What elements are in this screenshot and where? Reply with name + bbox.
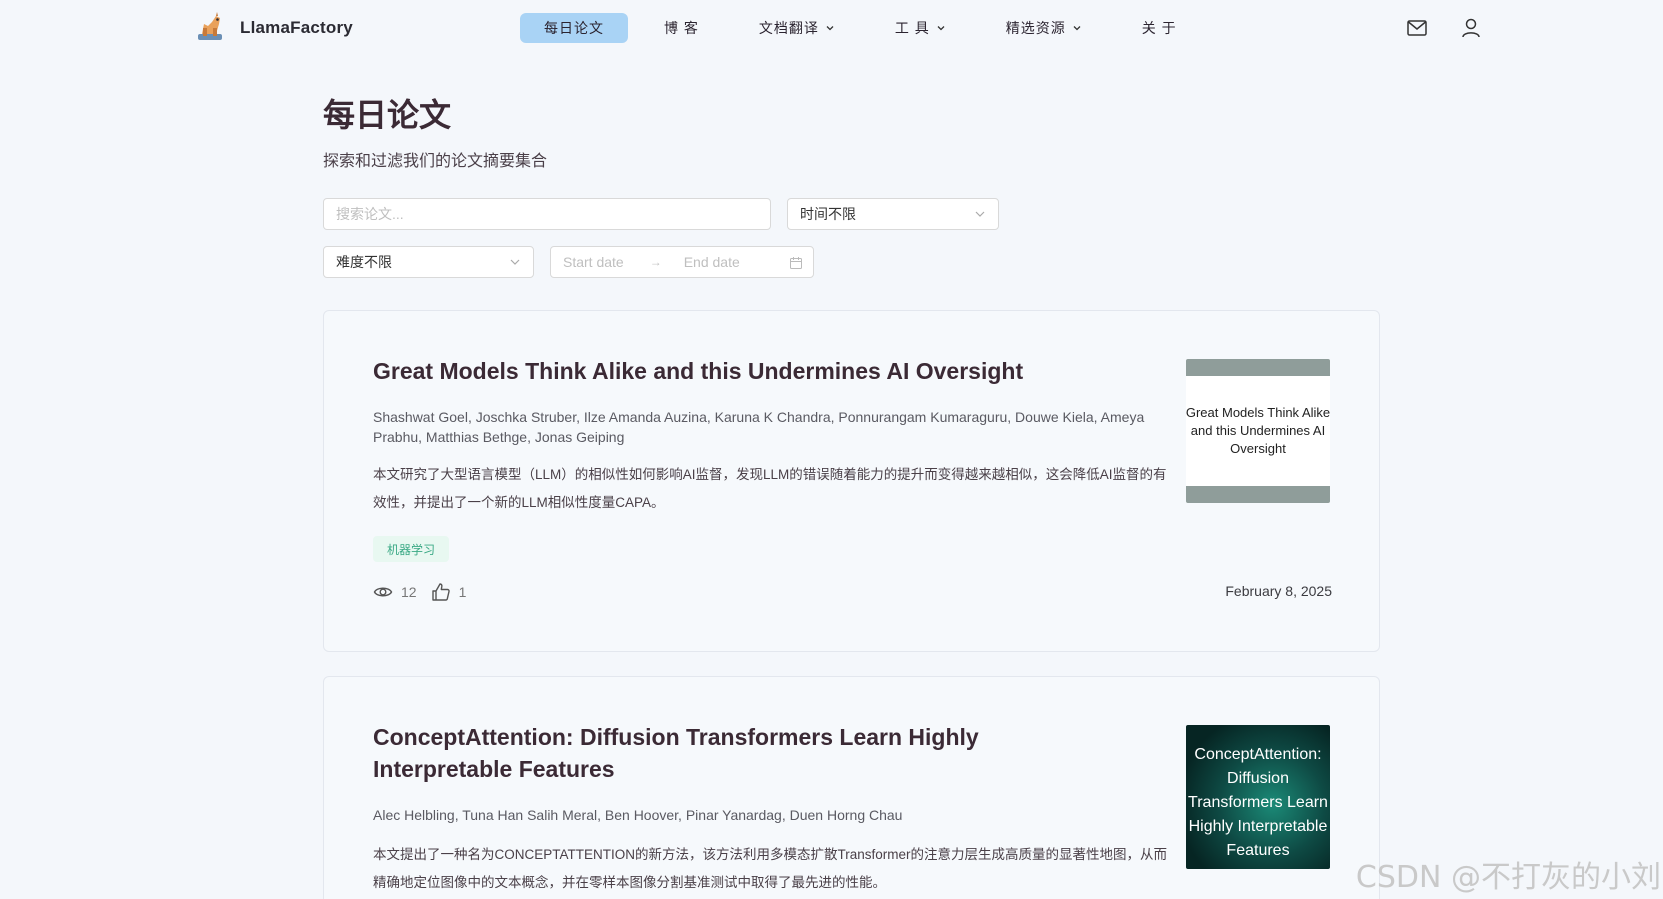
brand-logo[interactable]: LlamaFactory <box>194 12 353 44</box>
category-tag[interactable]: 机器学习 <box>373 536 450 562</box>
paper-authors: Shashwat Goel, Joschka Struber, Ilze Ama… <box>373 409 1145 445</box>
nav-label: 每日论文 <box>544 20 604 36</box>
thumb-bar <box>1186 359 1330 376</box>
paper-card[interactable]: ConceptAttention: Diffusion Transformers… <box>323 676 1380 899</box>
nav-blog[interactable]: 博 客 <box>640 13 723 43</box>
page-subtitle: 探索和过滤我们的论文摘要集合 <box>323 153 548 170</box>
paper-authors: Alec Helbling, Tuna Han Salih Meral, Ben… <box>373 807 903 823</box>
difficulty-filter-value: 难度不限 <box>336 254 392 270</box>
paper-title[interactable]: Great Models Think Alike and this Underm… <box>373 355 1113 387</box>
nav-doc-translate[interactable]: 文档翻译 <box>735 13 859 43</box>
time-filter-value: 时间不限 <box>800 206 856 222</box>
brand-name: LlamaFactory <box>240 18 353 37</box>
paper-summary: 本文提出了一种名为CONCEPTATTENTION的新方法，该方法利用多模态扩散… <box>373 847 1168 890</box>
chevron-down-icon <box>1073 26 1081 31</box>
thumbnail-text: ConceptAttention: Diffusion Transformers… <box>1188 746 1328 859</box>
search-input[interactable] <box>336 206 758 222</box>
paper-summary: 本文研究了大型语言模型（LLM）的相似性如何影响AI监督，发现LLM的错误随着能… <box>373 467 1167 510</box>
thumbnail-text: Great Models Think Alike and this Underm… <box>1186 405 1330 456</box>
nav-resources[interactable]: 精选资源 <box>982 13 1106 43</box>
nav-tools[interactable]: 工 具 <box>871 13 970 43</box>
eye-icon <box>373 587 393 597</box>
watermark: CSDN @不打灰的小刘 <box>1355 860 1661 895</box>
start-date-input[interactable]: Start date <box>563 254 624 270</box>
time-filter-select[interactable]: 时间不限 <box>787 198 999 230</box>
nav-label: 工 具 <box>894 20 930 36</box>
nav-label: 博 客 <box>664 20 699 36</box>
top-header: LlamaFactory 每日论文 博 客 文档翻译 工 具 精选资源 关 于 <box>0 0 1663 56</box>
paper-date: February 8, 2025 <box>1225 583 1332 599</box>
nav-label: 关 于 <box>1141 20 1177 36</box>
views-stat: 12 <box>373 582 417 602</box>
page-title: 每日论文 <box>323 97 452 133</box>
paper-stats: 12 1 <box>373 582 480 602</box>
search-box <box>323 198 771 230</box>
likes-stat[interactable]: 1 <box>431 582 467 602</box>
header-actions <box>1375 16 1483 40</box>
llama-icon <box>198 12 222 40</box>
mail-icon[interactable] <box>1405 16 1429 40</box>
calendar-icon <box>790 257 802 269</box>
date-range-picker[interactable]: Start date → End date <box>550 246 814 278</box>
thumb-bar <box>1186 486 1330 503</box>
difficulty-filter-select[interactable]: 难度不限 <box>323 246 534 278</box>
chevron-down-icon <box>937 26 945 31</box>
date-range-separator: → <box>649 255 662 269</box>
main-nav: 每日论文 博 客 文档翻译 工 具 精选资源 关 于 <box>520 13 1213 43</box>
views-count: 12 <box>401 584 417 600</box>
paper-thumbnail[interactable]: ConceptAttention: Diffusion Transformers… <box>1186 725 1330 869</box>
chevron-down-icon <box>826 26 834 31</box>
paper-title[interactable]: ConceptAttention: Diffusion Transformers… <box>373 721 1113 785</box>
paper-thumbnail[interactable]: Great Models Think Alike and this Underm… <box>1186 359 1330 503</box>
nav-daily-papers[interactable]: 每日论文 <box>520 13 628 43</box>
thumbs-up-icon[interactable] <box>431 582 451 602</box>
user-icon[interactable] <box>1459 16 1483 40</box>
end-date-input[interactable]: End date <box>684 254 740 270</box>
likes-count: 1 <box>458 584 467 600</box>
paper-card[interactable]: Great Models Think Alike and this Underm… <box>323 310 1380 652</box>
nav-label: 文档翻译 <box>758 20 819 36</box>
chevron-down-icon <box>975 211 985 217</box>
chevron-down-icon <box>510 259 520 265</box>
nav-label: 精选资源 <box>1005 20 1066 36</box>
nav-about[interactable]: 关 于 <box>1118 13 1201 43</box>
